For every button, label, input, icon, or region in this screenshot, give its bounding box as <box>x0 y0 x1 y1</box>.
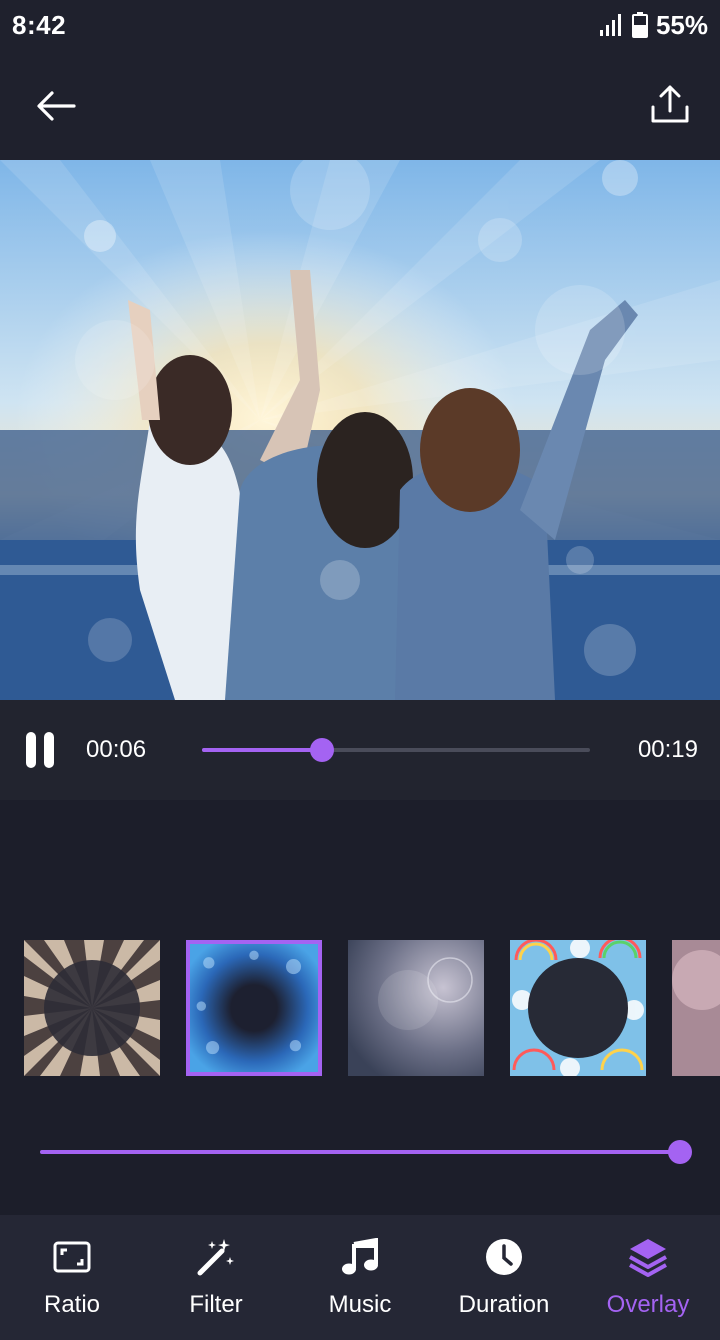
total-time: 00:19 <box>637 736 698 763</box>
overlay-strength-thumb[interactable] <box>668 1140 692 1164</box>
status-icons: 55% <box>598 8 708 42</box>
overlay-picker <box>0 800 720 1215</box>
top-app-bar <box>0 52 720 160</box>
share-button[interactable] <box>640 74 700 134</box>
overlay-thumbnails <box>24 940 720 1076</box>
arrow-left-icon <box>37 91 76 121</box>
nav-overlay[interactable]: Overlay <box>576 1215 720 1340</box>
status-bar: 8:42 55% <box>0 0 720 52</box>
pause-button[interactable] <box>20 730 60 770</box>
nav-ratio-label: Ratio <box>43 1291 101 1318</box>
overlay-blue-bokeh-preview <box>190 944 318 1072</box>
music-note-icon <box>342 1238 378 1275</box>
nav-duration[interactable]: Duration <box>432 1215 576 1340</box>
overlay-thumb-blue-bokeh[interactable] <box>186 940 322 1076</box>
battery-icon <box>631 12 648 38</box>
magic-wand-icon <box>197 1239 234 1276</box>
battery-percent: 55% <box>655 9 708 40</box>
aspect-ratio-icon <box>53 1241 91 1273</box>
overlay-pink-haze-preview <box>672 940 720 1076</box>
nav-ratio[interactable]: Ratio <box>0 1215 144 1340</box>
pause-icon-bar <box>44 732 54 768</box>
overlay-thumb-pink-haze[interactable] <box>672 940 720 1076</box>
nav-filter[interactable]: Filter <box>144 1215 288 1340</box>
status-time: 8:42 <box>12 10 67 40</box>
bottom-nav: Ratio Filter Music Duration Overlay <box>0 1215 720 1340</box>
clock-icon <box>486 1239 522 1275</box>
current-time: 00:06 <box>86 736 147 763</box>
overlay-rainbow-clouds-preview <box>510 940 646 1076</box>
nav-filter-label: Filter <box>189 1291 243 1318</box>
seek-bar-fill <box>202 748 323 752</box>
signal-icon <box>599 14 621 36</box>
nav-music-label: Music <box>328 1291 392 1318</box>
player-controls: 00:06 00:19 <box>0 700 720 800</box>
layers-icon <box>629 1239 667 1277</box>
overlay-strength-slider[interactable] <box>40 1140 692 1164</box>
nav-music[interactable]: Music <box>288 1215 432 1340</box>
preview-image <box>0 160 720 700</box>
video-preview[interactable] <box>0 160 720 700</box>
seek-bar-thumb[interactable] <box>310 738 335 762</box>
back-button[interactable] <box>26 76 86 136</box>
share-upload-icon <box>651 85 689 123</box>
overlay-thumb-sunburst[interactable] <box>24 940 160 1076</box>
overlay-thumb-soft-light[interactable] <box>348 940 484 1076</box>
seek-bar[interactable] <box>202 738 590 762</box>
nav-duration-label: Duration <box>458 1291 550 1318</box>
overlay-thumb-rainbow-clouds[interactable] <box>510 940 646 1076</box>
overlay-soft-light-preview <box>348 940 484 1076</box>
overlay-sunburst-preview <box>24 940 160 1076</box>
pause-icon <box>26 732 36 768</box>
nav-overlay-label: Overlay <box>606 1291 690 1318</box>
